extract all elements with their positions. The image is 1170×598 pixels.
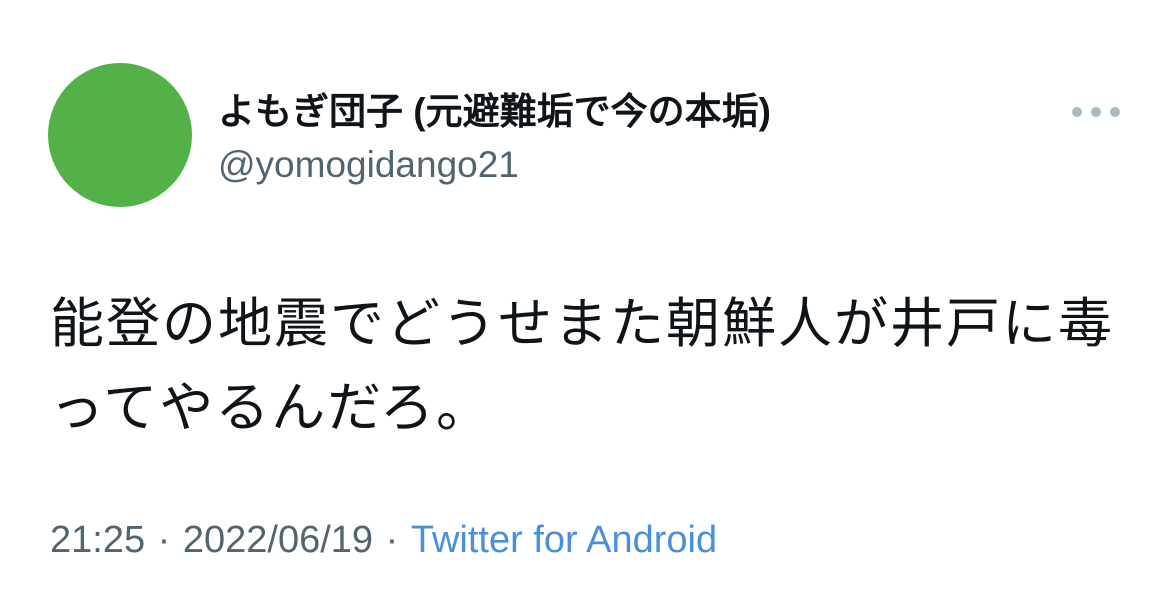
- tweet-time[interactable]: 21:25: [50, 519, 145, 561]
- tweet-card: よもぎ団子 (元避難垢で今の本垢) @yomogidango21 能登の地震でど…: [0, 0, 1170, 598]
- more-horizontal-icon[interactable]: [1072, 98, 1120, 126]
- dot: [1072, 107, 1082, 117]
- tweet-date[interactable]: 2022/06/19: [183, 519, 373, 561]
- dot: [1091, 107, 1101, 117]
- user-display-name[interactable]: よもぎ団子 (元避難垢で今の本垢): [218, 88, 771, 136]
- dot: [1110, 107, 1120, 117]
- tweet-text: 能登の地震でどうせまた朝鮮人が井戸に毒ってやるんだろ。: [50, 294, 1114, 438]
- meta-separator: ·: [375, 519, 409, 561]
- avatar[interactable]: [48, 63, 192, 207]
- tweet-source-link[interactable]: Twitter for Android: [411, 519, 717, 561]
- meta-separator: ·: [147, 519, 181, 561]
- user-handle[interactable]: @yomogidango21: [218, 142, 519, 188]
- tweet-meta: 21:25 · 2022/06/19 · Twitter for Android: [50, 516, 717, 564]
